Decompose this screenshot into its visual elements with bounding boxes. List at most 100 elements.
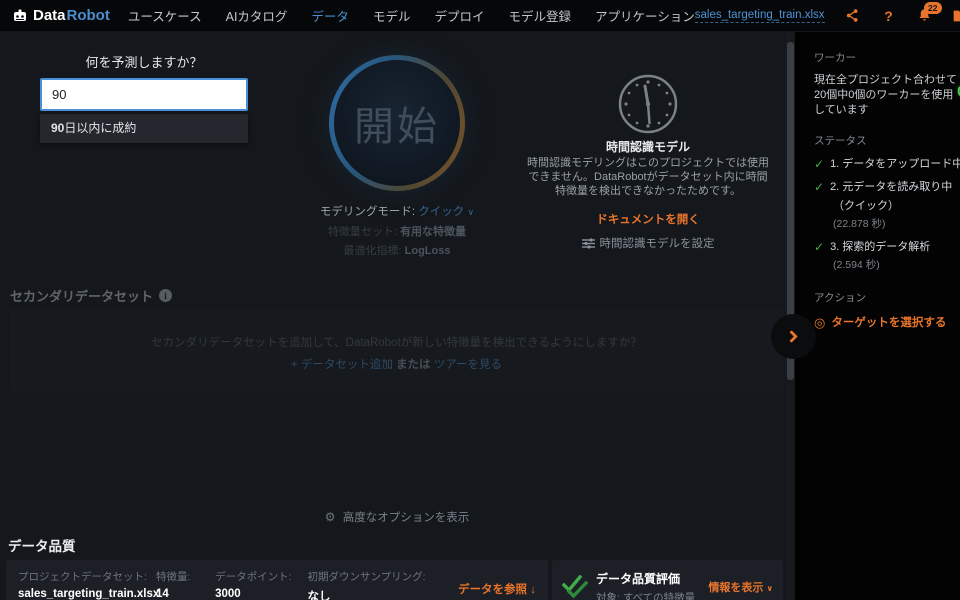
sliders-icon bbox=[581, 237, 595, 249]
status-step-1: ✓ 1. データをアップロード中 bbox=[814, 158, 960, 171]
status-step-2-time: (22.878 秒) bbox=[833, 218, 886, 230]
add-dataset-link[interactable]: データセット追加 bbox=[301, 359, 393, 371]
sidebar-expand-button[interactable] bbox=[771, 314, 816, 359]
nav-item-ai-catalog[interactable]: AIカタログ bbox=[226, 6, 288, 25]
time-aware-desc-line3: 特徴量を検出できなかったためです。 bbox=[555, 185, 741, 197]
notification-badge: 22 bbox=[924, 1, 942, 14]
worker-text-line2: 20個中0個のワーカーを使用 bbox=[814, 89, 954, 101]
modeling-mode-row: モデリングモード: クイック ∨ bbox=[247, 203, 547, 219]
quality-assessment-panel: データ品質評価 対象: すべての特徴量 情報を表示 ∨ bbox=[552, 560, 783, 600]
check-icon: ✓ bbox=[814, 180, 825, 194]
quality-assessment-subtitle: 対象: すべての特徴量 bbox=[596, 591, 696, 600]
info-icon[interactable]: i bbox=[159, 289, 173, 302]
show-info-link[interactable]: 情報を表示 ∨ bbox=[708, 579, 773, 595]
start-button[interactable]: 開始 bbox=[329, 55, 465, 191]
robot-head-icon bbox=[12, 8, 28, 24]
action-section-title: アクション bbox=[814, 292, 866, 304]
secondary-dataset-title-text: セカンダリデータセット bbox=[10, 289, 154, 304]
status-step-2-label: 2. 元データを読み取り中 bbox=[830, 181, 953, 193]
help-icon[interactable]: ? bbox=[881, 8, 897, 24]
start-button-inner: 開始 bbox=[334, 60, 460, 186]
status-step-3: ✓ 3. 探索的データ解析 bbox=[814, 241, 950, 254]
data-points-value: 3000 bbox=[215, 588, 241, 600]
action-section: アクション ◎ ターゲットを選択する bbox=[814, 290, 950, 330]
start-button-label: 開始 bbox=[354, 105, 440, 149]
time-aware-setup-link[interactable]: 時間認識モデルを設定 bbox=[548, 235, 748, 251]
target-icon: ◎ bbox=[814, 314, 826, 330]
target-search-input[interactable] bbox=[40, 78, 248, 111]
plus-icon: + bbox=[290, 359, 298, 371]
quality-assessment-title: データ品質評価 bbox=[596, 571, 681, 586]
nav-item-models[interactable]: モデル bbox=[373, 6, 411, 25]
top-nav-bar: Data Robot ユースケース AIカタログ データ モデル デプロイ モデ… bbox=[0, 0, 960, 32]
feature-count-label: 特徴量: bbox=[156, 571, 191, 583]
nav-item-applications[interactable]: アプリケーション bbox=[595, 6, 695, 25]
target-suggestion-item[interactable]: 90日以内に成約 bbox=[40, 114, 248, 143]
brand-robot-text: Robot bbox=[66, 7, 110, 24]
project-dataset-label: プロジェクトデータセット: bbox=[18, 571, 147, 583]
check-icon: ✓ bbox=[814, 240, 825, 254]
time-aware-desc-line2: できません。DataRobotがデータセット内に時間 bbox=[528, 171, 768, 183]
optimization-metric-row: 最適化指標: LogLoss bbox=[247, 242, 547, 258]
secondary-dataset-title: セカンダリデータセット i bbox=[10, 286, 173, 305]
clock-icon bbox=[617, 73, 679, 140]
status-step-1-label: 1. データをアップロード中 bbox=[830, 158, 960, 170]
nav-item-model-registry[interactable]: モデル登録 bbox=[508, 6, 571, 25]
quality-assessment-text: データ品質評価 対象: すべての特徴量 bbox=[596, 570, 695, 600]
status-step-2: ✓ 2. 元データを読み取り中 bbox=[814, 180, 953, 194]
right-sidebar: ワーカー 現在全プロジェクト合わせて 20個中0個のワーカーを使用 しています … bbox=[800, 32, 960, 600]
project-dataset-field: プロジェクトデータセット: sales_targeting_train.xlsx bbox=[18, 569, 160, 600]
nav-right-group: sales_targeting_train.xlsx ? 22 bbox=[694, 1, 960, 24]
data-points-field: データポイント: 3000 bbox=[215, 569, 307, 600]
optimization-metric-label: 最適化指標: bbox=[343, 245, 402, 257]
suggestion-rest-text: 日以内に成約 bbox=[64, 121, 137, 135]
worker-text-line1: 現在全プロジェクト合わせて bbox=[814, 74, 957, 86]
nav-item-use-cases[interactable]: ユースケース bbox=[128, 6, 202, 25]
downsampling-label: 初期ダウンサンプリング: bbox=[307, 571, 426, 583]
time-aware-desc-line1: 時間認識モデリングはこのプロジェクトでは使用 bbox=[527, 157, 769, 169]
double-check-icon bbox=[562, 575, 588, 599]
share-icon[interactable] bbox=[845, 8, 861, 24]
status-section: ステータス ✓ 1. データをアップロード中 ✓ 2. 元データを読み取り中 （… bbox=[814, 133, 960, 272]
feature-set-row: 特徴量セット: 有用な特徴量 bbox=[247, 223, 547, 239]
secondary-dataset-links: + データセット追加 または ツアーを見る bbox=[10, 356, 783, 372]
nav-item-deploy[interactable]: デプロイ bbox=[434, 6, 484, 25]
status-section-title: ステータス bbox=[814, 135, 867, 147]
project-dataset-value: sales_targeting_train.xlsx bbox=[18, 588, 160, 600]
brand-data-text: Data bbox=[33, 7, 66, 24]
chevron-down-icon[interactable]: ∨ bbox=[468, 207, 475, 217]
worker-usage-text: 現在全プロジェクト合わせて 20個中0個のワーカーを使用 しています bbox=[814, 73, 957, 118]
optimization-metric-value: LogLoss bbox=[404, 245, 451, 257]
projects-folder-icon[interactable] bbox=[953, 8, 960, 24]
worker-section-title: ワーカー bbox=[814, 52, 856, 64]
show-advanced-options-toggle[interactable]: ⚙ 高度なオプションを表示 bbox=[247, 509, 547, 525]
status-step-3-time: (2.594 秒) bbox=[833, 259, 880, 271]
open-documentation-link[interactable]: ドキュメントを開く bbox=[548, 211, 748, 227]
arrow-down-icon: ↓ bbox=[530, 584, 536, 596]
view-tour-link[interactable]: ツアーを見る bbox=[434, 359, 502, 371]
data-quality-title: データ品質 bbox=[8, 539, 76, 554]
datarobot-logo[interactable]: Data Robot bbox=[12, 7, 110, 24]
feature-set-value: 有用な特徴量 bbox=[400, 226, 467, 238]
dataset-summary-panel: プロジェクトデータセット: sales_targeting_train.xlsx… bbox=[6, 560, 548, 600]
time-aware-description: 時間認識モデリングはこのプロジェクトでは使用 できません。DataRobotがデ… bbox=[498, 156, 786, 198]
main-menu: ユースケース AIカタログ データ モデル デプロイ モデル登録 アプリケーショ… bbox=[128, 6, 695, 25]
gear-icon: ⚙ bbox=[324, 510, 336, 524]
feature-count-value: 14 bbox=[156, 588, 169, 600]
notifications-bell-icon[interactable]: 22 bbox=[917, 1, 942, 24]
project-file-link[interactable]: sales_targeting_train.xlsx bbox=[694, 9, 825, 23]
browse-data-link[interactable]: データを参照 ↓ bbox=[458, 581, 536, 597]
downsampling-field: 初期ダウンサンプリング: なし bbox=[308, 569, 459, 600]
advanced-options-label: 高度なオプションを表示 bbox=[342, 512, 470, 524]
feature-set-label: 特徴量セット: bbox=[327, 226, 397, 238]
status-step-2-mode: （クイック） bbox=[833, 200, 899, 212]
select-target-label: ターゲットを選択する bbox=[831, 317, 947, 329]
data-points-label: データポイント: bbox=[215, 571, 292, 583]
nav-item-data[interactable]: データ bbox=[311, 6, 349, 25]
modeling-mode-selector[interactable]: クイック bbox=[418, 206, 464, 218]
secondary-dataset-question: セカンダリデータセットを追加して、DataRobotが新しい特徴量を検出できるよ… bbox=[151, 337, 642, 349]
worker-usage-widget: 現在全プロジェクト合わせて 20個中0個のワーカーを使用 しています ∧ 00 … bbox=[814, 73, 960, 118]
time-aware-setup-label: 時間認識モデルを設定 bbox=[599, 238, 715, 250]
select-target-action[interactable]: ◎ ターゲットを選択する bbox=[814, 314, 950, 330]
feature-count-field: 特徴量: 14 bbox=[156, 569, 215, 600]
